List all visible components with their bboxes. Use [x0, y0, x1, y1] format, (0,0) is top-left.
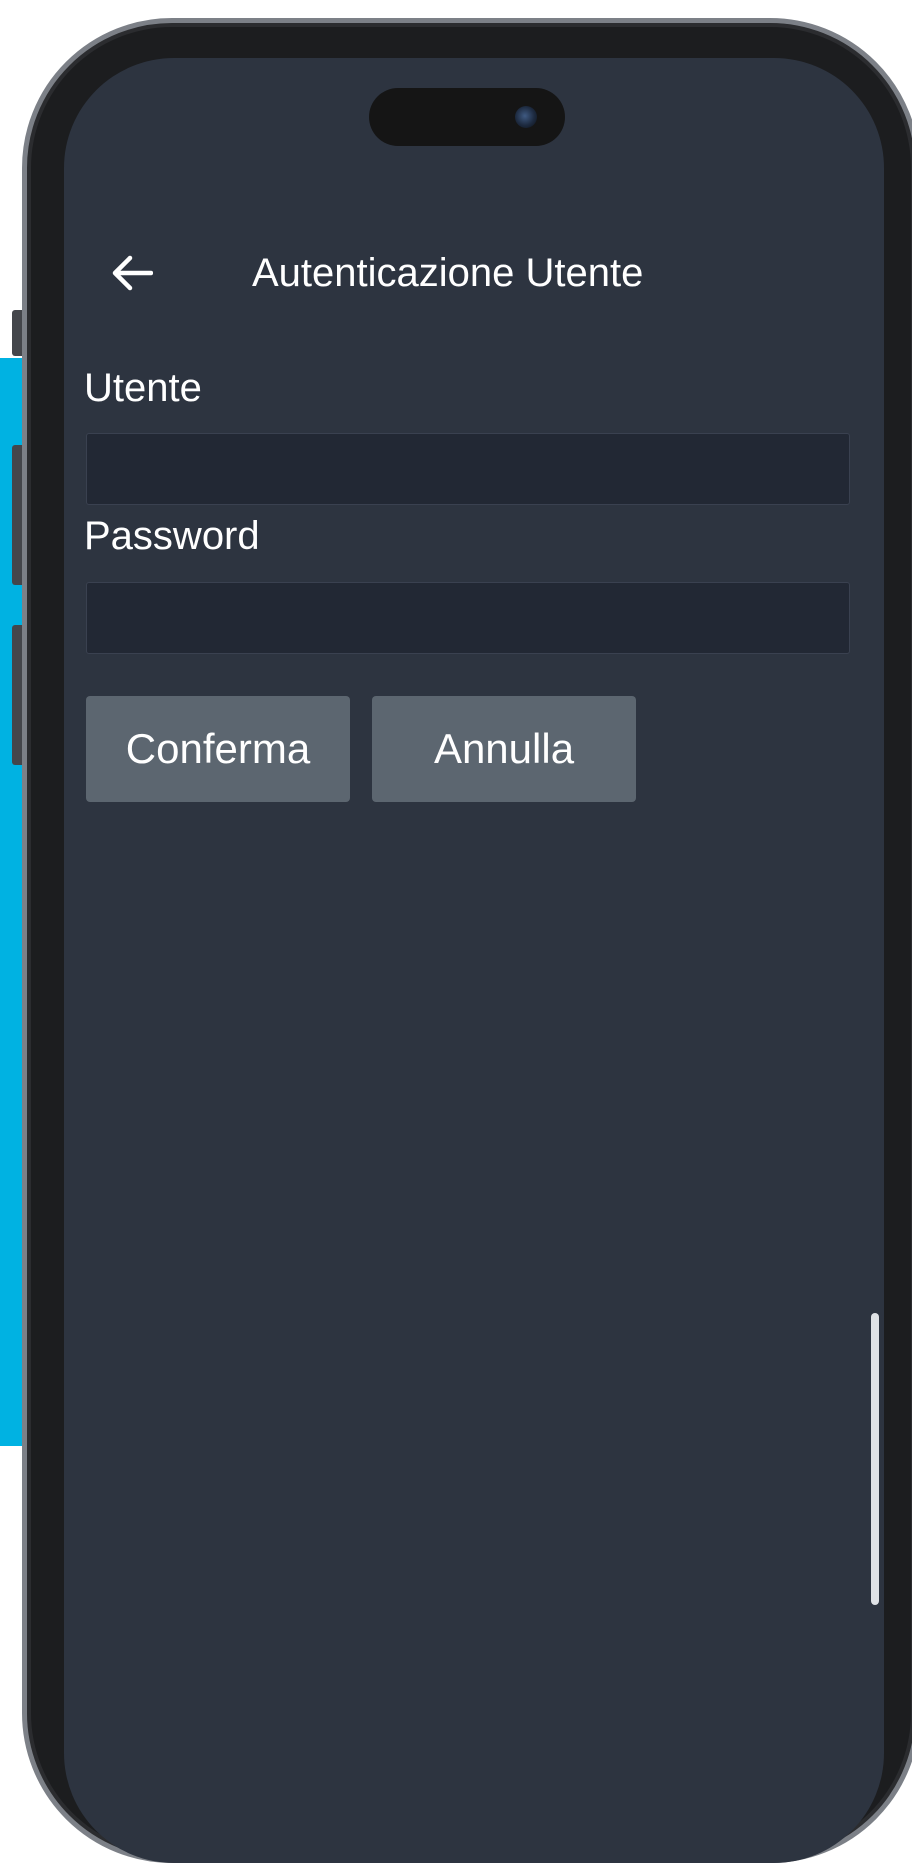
user-label: Utente — [84, 366, 202, 410]
page-title: Autenticazione Utente — [252, 251, 644, 295]
volume-up-side-button — [12, 445, 22, 585]
confirm-button[interactable]: Conferma — [86, 696, 350, 802]
app-header: Autenticazione Utente — [64, 233, 884, 313]
password-input[interactable] — [86, 582, 850, 654]
dynamic-island — [369, 88, 565, 146]
password-label: Password — [84, 514, 260, 558]
arrow-left-icon — [112, 255, 153, 291]
action-side-button — [12, 310, 22, 356]
front-camera-icon — [515, 106, 537, 128]
volume-down-side-button — [12, 625, 22, 765]
scrollbar-thumb[interactable] — [871, 1313, 879, 1605]
back-button[interactable] — [104, 245, 160, 301]
phone-screen: Autenticazione Utente Utente Password Co… — [64, 58, 884, 1863]
user-input[interactable] — [86, 433, 850, 505]
cancel-button[interactable]: Annulla — [372, 696, 636, 802]
stage: Autenticazione Utente Utente Password Co… — [0, 0, 912, 1863]
